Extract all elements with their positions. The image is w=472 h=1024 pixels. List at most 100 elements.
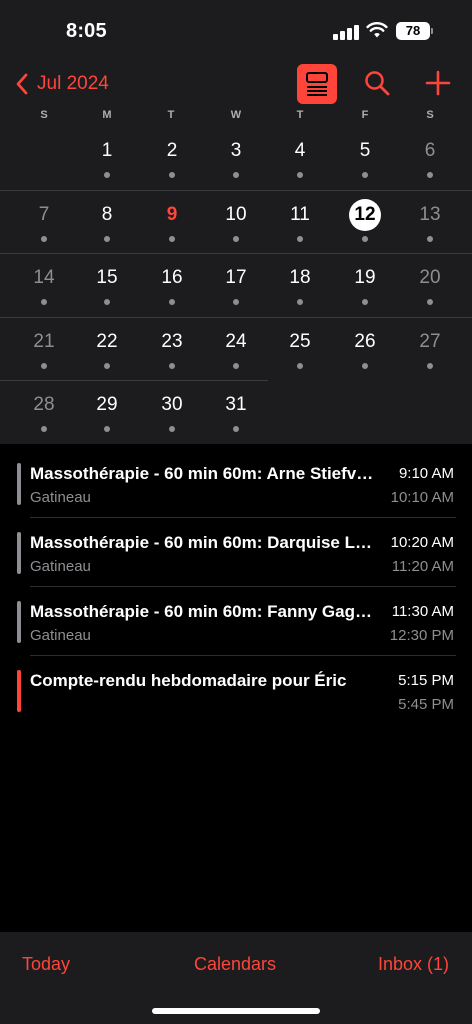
day-number: 26 bbox=[354, 330, 376, 352]
day-cell[interactable]: 2 bbox=[140, 128, 204, 191]
weekday-label: S bbox=[40, 109, 48, 121]
day-cell[interactable]: 12 bbox=[333, 192, 397, 255]
calendar-color-bar bbox=[17, 463, 21, 505]
day-cell[interactable]: 14 bbox=[12, 255, 76, 318]
day-number: 22 bbox=[96, 330, 118, 352]
day-cell[interactable]: 17 bbox=[204, 255, 268, 318]
week-separator bbox=[0, 253, 472, 255]
day-number: 6 bbox=[424, 140, 436, 161]
day-cell[interactable]: 21 bbox=[12, 319, 76, 382]
month-back-button[interactable]: Jul 2024 bbox=[37, 73, 109, 95]
event-row[interactable]: Massothérapie - 60 min 60m: Arne Stiefva… bbox=[0, 449, 472, 518]
day-cell[interactable]: 9 bbox=[140, 192, 204, 255]
day-cell[interactable]: 23 bbox=[140, 319, 204, 382]
event-row[interactable]: Massothérapie - 60 min 60m: Darquise Lem… bbox=[0, 518, 472, 587]
event-dot bbox=[104, 362, 110, 369]
event-location: Gatineau bbox=[30, 558, 91, 575]
event-end-time: 10:10 AM bbox=[390, 489, 454, 506]
event-dot bbox=[362, 299, 368, 306]
day-number: 20 bbox=[419, 267, 441, 289]
list-view-toggle[interactable] bbox=[297, 64, 337, 104]
day-cell[interactable]: 1 bbox=[75, 128, 139, 191]
day-cell[interactable]: 24 bbox=[204, 319, 268, 382]
event-dot bbox=[104, 426, 110, 433]
day-number: 4 bbox=[294, 140, 306, 161]
day-number: 25 bbox=[289, 330, 311, 352]
event-dot bbox=[41, 235, 47, 242]
event-dot bbox=[169, 426, 175, 433]
list-icon bbox=[306, 72, 328, 96]
event-dot bbox=[104, 299, 110, 306]
calendars-button[interactable]: Calendars bbox=[194, 954, 276, 975]
day-cell[interactable]: 7 bbox=[12, 192, 76, 255]
day-number: 27 bbox=[419, 330, 441, 352]
day-cell[interactable]: 5 bbox=[333, 128, 397, 191]
event-row[interactable]: Massothérapie - 60 min 60m: Fanny Gagnon… bbox=[0, 587, 472, 656]
event-start-time: 11:30 AM bbox=[391, 603, 454, 620]
battery-icon: 78 bbox=[396, 22, 430, 40]
day-cell[interactable]: 31 bbox=[204, 382, 268, 445]
event-start-time: 10:20 AM bbox=[390, 534, 454, 551]
day-cell[interactable]: 22 bbox=[75, 319, 139, 382]
day-number: 23 bbox=[161, 330, 183, 352]
day-number: 17 bbox=[225, 267, 247, 289]
wifi-icon bbox=[366, 22, 388, 38]
event-row[interactable]: Compte-rendu hebdomadaire pour Éric 5:15 … bbox=[0, 656, 472, 725]
event-end-time: 12:30 PM bbox=[389, 627, 454, 644]
day-number: 3 bbox=[230, 140, 242, 161]
plus-icon[interactable] bbox=[424, 68, 452, 98]
calendar-color-bar bbox=[17, 532, 21, 574]
day-cell[interactable]: 4 bbox=[268, 128, 332, 191]
weekday-label: T bbox=[296, 109, 304, 121]
event-start-time: 9:10 AM bbox=[398, 465, 454, 482]
inbox-button[interactable]: Inbox (1) bbox=[378, 954, 449, 975]
event-dot bbox=[41, 426, 47, 433]
event-dot bbox=[233, 426, 239, 433]
day-number: 11 bbox=[290, 203, 310, 225]
calendar-toolbar: Jul 2024 bbox=[0, 60, 472, 108]
event-dot bbox=[41, 362, 47, 369]
event-dot bbox=[169, 362, 175, 369]
event-dot bbox=[233, 299, 239, 306]
status-bar: 8:05 78 bbox=[0, 0, 472, 60]
event-title: Massothérapie - 60 min 60m: Arne Stiefva… bbox=[30, 464, 380, 483]
week-separator bbox=[0, 316, 472, 318]
day-number: 13 bbox=[419, 203, 441, 225]
event-dot bbox=[104, 235, 110, 242]
event-dot bbox=[427, 235, 433, 242]
day-cell[interactable]: 18 bbox=[268, 255, 332, 318]
event-dot bbox=[362, 235, 368, 242]
day-cell[interactable]: 13 bbox=[398, 192, 462, 255]
day-cell[interactable]: 26 bbox=[333, 319, 397, 382]
event-dot bbox=[362, 362, 368, 369]
day-cell[interactable]: 20 bbox=[398, 255, 462, 318]
day-number: 12 bbox=[354, 203, 376, 225]
day-cell[interactable]: 6 bbox=[398, 128, 462, 191]
day-number: 18 bbox=[289, 267, 311, 289]
day-number: 19 bbox=[354, 267, 376, 289]
day-cell[interactable]: 27 bbox=[398, 319, 462, 382]
day-cell[interactable]: 16 bbox=[140, 255, 204, 318]
day-cell[interactable]: 25 bbox=[268, 319, 332, 382]
status-time: 8:05 bbox=[66, 20, 107, 42]
month-grid: 1 2 3 4 5 6 7 8 9 10 11 12 13 14 15 16 17 18 19 20 21 22 23 24 2… bbox=[0, 126, 472, 444]
event-dot bbox=[297, 299, 303, 306]
event-dot bbox=[233, 362, 239, 369]
event-dot bbox=[169, 299, 175, 306]
search-icon[interactable] bbox=[362, 68, 392, 98]
day-cell[interactable]: 29 bbox=[75, 382, 139, 445]
day-cell[interactable]: 30 bbox=[140, 382, 204, 445]
day-number: 9 bbox=[166, 203, 178, 225]
day-cell[interactable]: 3 bbox=[204, 128, 268, 191]
event-location: Gatineau bbox=[30, 489, 91, 506]
day-cell[interactable]: 19 bbox=[333, 255, 397, 318]
day-cell[interactable]: 28 bbox=[12, 382, 76, 445]
day-cell[interactable]: 10 bbox=[204, 192, 268, 255]
day-cell[interactable]: 15 bbox=[75, 255, 139, 318]
day-cell[interactable]: 11 bbox=[268, 192, 332, 255]
chevron-left-icon[interactable] bbox=[14, 72, 30, 96]
day-cell[interactable]: 8 bbox=[75, 192, 139, 255]
today-button[interactable]: Today bbox=[22, 954, 70, 975]
calendar-color-bar bbox=[17, 601, 21, 643]
weekday-label: M bbox=[102, 109, 112, 121]
